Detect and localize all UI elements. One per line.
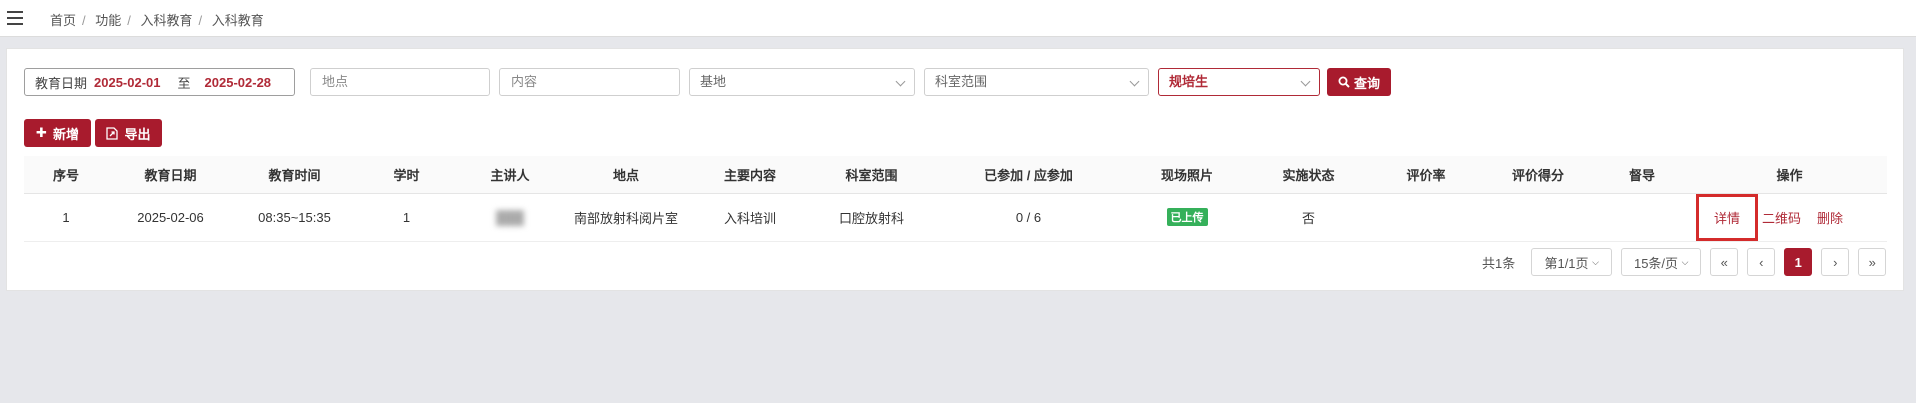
cell-photo: 已上传 [1125, 193, 1249, 242]
breadcrumb-function[interactable]: 功能 [95, 13, 121, 28]
next-page-button[interactable]: › [1821, 248, 1850, 276]
col-header-no: 序号 [24, 156, 108, 194]
date-range-separator: 至 [177, 75, 191, 91]
cell-no: 1 [24, 193, 108, 242]
trainee-type-select[interactable]: 规培生 [1158, 68, 1320, 96]
col-header-actions: 操作 [1692, 156, 1887, 194]
hamburger-menu-icon[interactable] [7, 11, 23, 25]
pagination: 共1条 第1/1页 ⌵ 15条/页 ⌵ « ‹ 1 › » [1482, 248, 1887, 276]
qrcode-link[interactable]: 二维码 [1762, 211, 1801, 226]
table-row: 1 2025-02-06 08:35~15:35 1 ███ 南部放射科阅片室 … [24, 193, 1887, 242]
add-button[interactable]: ✚ 新增 [24, 119, 91, 147]
education-date-range[interactable]: 教育日期 2025-02-01 至 2025-02-28 [24, 68, 295, 96]
prev-page-button[interactable]: ‹ [1747, 248, 1776, 276]
search-icon [1338, 76, 1350, 88]
content-input[interactable]: 内容 [499, 68, 680, 96]
col-header-eval-rate: 评价率 [1368, 156, 1484, 194]
cell-content: 入科培训 [689, 193, 811, 242]
page-select-text: 第1/1页 [1544, 255, 1589, 271]
chevron-down-icon [1129, 76, 1140, 87]
detail-link[interactable]: 详情 [1714, 211, 1740, 226]
base-select-text: 基地 [700, 74, 727, 89]
page-1-label: 1 [1794, 254, 1802, 270]
col-header-attendance: 已参加 / 应参加 [932, 156, 1125, 194]
breadcrumb: 首页 / 功能 / 入科教育 / 入科教育 [50, 13, 264, 28]
cell-eval-score [1484, 193, 1592, 242]
first-page-button[interactable]: « [1710, 248, 1739, 276]
col-header-eval-score: 评价得分 [1484, 156, 1592, 194]
search-button-label: 查询 [1353, 75, 1380, 91]
next-page-icon: › [1833, 254, 1838, 270]
cell-hours: 1 [356, 193, 457, 242]
cell-supervision [1592, 193, 1692, 242]
trainee-type-select-text: 规培生 [1169, 74, 1209, 89]
col-header-status: 实施状态 [1249, 156, 1368, 194]
breadcrumb-section[interactable]: 入科教育 [141, 13, 193, 28]
page-1-button[interactable]: 1 [1784, 248, 1813, 276]
col-header-speaker: 主讲人 [457, 156, 563, 194]
cell-eval-rate [1368, 193, 1484, 242]
breadcrumb-current: 入科教育 [211, 13, 264, 28]
page-size-select[interactable]: 15条/页 ⌵ [1621, 248, 1702, 276]
cell-location: 南部放射科阅片室 [563, 193, 689, 242]
content-card: 教育日期 2025-02-01 至 2025-02-28 地点 内容 基地 科室… [6, 48, 1904, 291]
col-header-content: 主要内容 [689, 156, 811, 194]
breadcrumb-home[interactable]: 首页 [50, 13, 76, 28]
education-table: 序号 教育日期 教育时间 学时 主讲人 地点 主要内容 科室范围 已参加 / 应… [24, 156, 1887, 242]
cell-actions: 详情 二维码 删除 [1692, 193, 1887, 242]
col-header-dept-scope: 科室范围 [811, 156, 932, 194]
last-page-button[interactable]: » [1858, 248, 1887, 276]
last-page-icon: » [1868, 254, 1876, 270]
dept-scope-select-text: 科室范围 [935, 74, 988, 89]
col-header-photo: 现场照片 [1125, 156, 1249, 194]
location-input[interactable]: 地点 [310, 68, 490, 96]
first-page-icon: « [1720, 254, 1728, 270]
speaker-name-blurred: ███ [496, 209, 524, 225]
col-header-date: 教育日期 [108, 156, 233, 194]
page-select[interactable]: 第1/1页 ⌵ [1531, 248, 1613, 276]
add-button-label: 新增 [52, 126, 79, 142]
photo-uploaded-badge: 已上传 [1166, 208, 1208, 226]
date-range-label: 教育日期 [35, 75, 88, 91]
cell-speaker: ███ [457, 193, 563, 242]
cell-status: 否 [1249, 193, 1368, 242]
chevron-down-icon [1300, 76, 1311, 87]
search-button[interactable]: 查询 [1327, 68, 1391, 96]
chevron-down-icon [895, 76, 906, 87]
prev-page-icon: ‹ [1759, 254, 1764, 270]
col-header-hours: 学时 [356, 156, 457, 194]
plus-icon: ✚ [36, 125, 47, 140]
delete-link[interactable]: 删除 [1817, 211, 1843, 226]
chevron-down-icon: ⌵ [1592, 256, 1599, 267]
col-header-location: 地点 [563, 156, 689, 194]
export-button[interactable]: 导出 [95, 119, 162, 147]
base-select[interactable]: 基地 [689, 68, 915, 96]
export-button-label: 导出 [124, 126, 151, 142]
cell-dept-scope: 口腔放射科 [811, 193, 932, 242]
export-icon [106, 126, 119, 140]
cell-attendance: 0 / 6 [932, 193, 1125, 242]
col-header-time: 教育时间 [233, 156, 356, 194]
top-bar: 首页 / 功能 / 入科教育 / 入科教育 [0, 0, 1916, 37]
dept-scope-select[interactable]: 科室范围 [924, 68, 1149, 96]
pagination-total: 共1条 [1482, 255, 1516, 271]
col-header-supervision: 督导 [1592, 156, 1692, 194]
detail-highlight-box: 详情 [1696, 193, 1759, 241]
cell-date: 2025-02-06 [108, 193, 233, 242]
date-from-value[interactable]: 2025-02-01 [94, 75, 161, 90]
chevron-down-icon: ⌵ [1681, 256, 1689, 267]
table-header-row: 序号 教育日期 教育时间 学时 主讲人 地点 主要内容 科室范围 已参加 / 应… [24, 156, 1887, 194]
cell-time: 08:35~15:35 [233, 193, 356, 242]
page-size-select-text: 15条/页 [1633, 255, 1679, 271]
date-to-value[interactable]: 2025-02-28 [205, 75, 272, 90]
